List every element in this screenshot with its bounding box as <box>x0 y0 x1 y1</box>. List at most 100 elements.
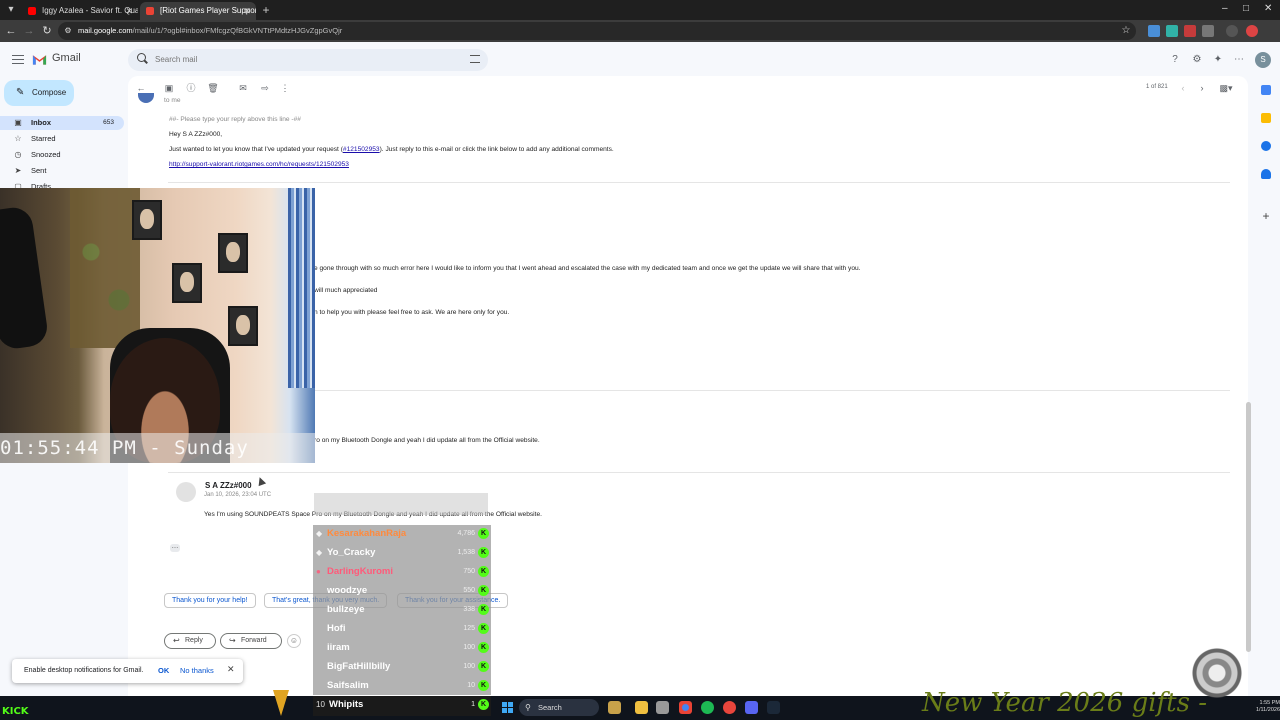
minimize-icon[interactable]: – <box>1222 3 1228 14</box>
extensions-puzzle-icon[interactable] <box>1202 25 1214 37</box>
calendar-icon[interactable] <box>1261 85 1271 95</box>
agent-message-line: will much appreciated <box>314 287 378 294</box>
search-input[interactable] <box>155 55 455 64</box>
older-icon[interactable]: › <box>1196 82 1208 94</box>
help-icon[interactable]: ? <box>1169 54 1181 66</box>
gemini-sparkle-icon[interactable]: ✦ <box>1212 54 1224 66</box>
discord-icon[interactable] <box>745 701 758 714</box>
scrollbar[interactable] <box>1246 402 1251 652</box>
kick-badge-icon: K <box>478 661 489 672</box>
newer-icon[interactable]: ‹ <box>1177 82 1189 94</box>
poster <box>172 263 202 303</box>
compose-button[interactable]: ✎ Compose <box>4 80 74 106</box>
forward-button[interactable]: ↪ Forward <box>220 633 282 649</box>
sender-avatar <box>138 93 154 103</box>
sidebar-item-starred[interactable]: ☆ Starred <box>0 132 124 146</box>
mark-unread-icon[interactable]: ✉ <box>237 82 249 94</box>
back-icon[interactable]: ← <box>3 23 19 39</box>
spotify-icon[interactable] <box>701 701 714 714</box>
forward-icon[interactable]: → <box>21 23 37 39</box>
gmail-logo-icon <box>32 55 47 65</box>
update-text: Just wanted to let you know that I've up… <box>169 146 614 153</box>
tab-title: [Riot Games Player Support] Re <box>160 6 256 15</box>
move-to-icon[interactable]: ⇨ <box>259 82 271 94</box>
kick-badge-icon: K <box>478 623 489 634</box>
leaderboard-row: bullzeye 338 K <box>313 601 491 620</box>
agent-message-line: n to help you with please feel free to a… <box>314 309 510 316</box>
explorer-app-icon[interactable] <box>608 701 621 714</box>
report-spam-icon[interactable]: ⓘ <box>185 82 197 94</box>
apps-grid-icon[interactable]: ⋯ <box>1233 54 1245 66</box>
chat-leaderboard: ◆ KesarakahanRaja 4,786 K ◆ Yo_Cracky 1,… <box>313 525 491 695</box>
browser-tab-youtube[interactable]: Iggy Azalea - Savior ft. Quavo ✕ <box>22 2 138 20</box>
extension-icon[interactable] <box>1148 25 1160 37</box>
notification-ok-button[interactable]: OK <box>158 666 169 675</box>
inbox-icon: ▣ <box>14 118 22 127</box>
reply-button[interactable]: ↩ Reply <box>164 633 216 649</box>
main-menu-icon[interactable] <box>12 55 24 64</box>
leaderboard-row: ◆ KesarakahanRaja 4,786 K <box>313 525 491 544</box>
maximize-icon[interactable]: □ <box>1243 3 1249 14</box>
ticket-number-link[interactable]: #121502953 <box>343 146 380 153</box>
sidebar-item-snoozed[interactable]: ◷ Snoozed <box>0 148 124 162</box>
poster <box>228 306 258 346</box>
close-tab-icon[interactable]: ✕ <box>243 2 251 20</box>
windows-start-icon[interactable] <box>502 702 513 713</box>
tasks-icon[interactable] <box>1261 141 1271 151</box>
sender-name[interactable]: S A ZZz#000 <box>205 481 252 490</box>
reload-icon[interactable]: ↻ <box>39 23 55 39</box>
keep-icon[interactable] <box>1261 113 1271 123</box>
kick-logo: KICK <box>2 706 29 717</box>
search-options-icon[interactable] <box>470 55 480 63</box>
extension-icon[interactable] <box>1166 25 1178 37</box>
account-avatar[interactable]: S <box>1255 52 1271 68</box>
archive-icon[interactable]: ▣ <box>163 82 175 94</box>
forward-icon: ↪ <box>229 636 236 645</box>
emoji-reaction-icon[interactable]: ☺ <box>287 634 301 648</box>
app-icon[interactable] <box>656 701 669 714</box>
kick-badge-icon: K <box>478 566 489 577</box>
browser-tab-gmail[interactable]: [Riot Games Player Support] Re ✕ <box>140 2 256 20</box>
notification-no-thanks-button[interactable]: No thanks <box>180 666 214 675</box>
file-explorer-icon[interactable] <box>635 701 648 714</box>
site-info-icon[interactable]: ⚙ <box>60 23 76 39</box>
kick-badge-icon: K <box>478 528 489 539</box>
kick-badge-icon: K <box>478 680 489 691</box>
youtube-favicon-icon <box>28 7 36 15</box>
add-addon-icon[interactable]: + <box>1261 210 1271 222</box>
leaderboard-header <box>314 493 488 515</box>
sidebar-item-inbox[interactable]: ▣ Inbox 653 <box>0 116 124 130</box>
search-icon[interactable] <box>137 53 146 62</box>
poster <box>132 200 162 240</box>
delete-icon[interactable]: 🗑 <box>207 82 219 94</box>
bookmark-star-icon[interactable]: ☆ <box>1118 23 1134 39</box>
tab-search-icon[interactable]: ▾ <box>4 3 18 17</box>
close-window-icon[interactable]: ✕ <box>1264 3 1272 14</box>
close-tab-icon[interactable]: ✕ <box>125 2 133 20</box>
app-icon[interactable] <box>723 701 736 714</box>
leaderboard-row: woodzye 550 K <box>313 582 491 601</box>
system-clock: 1:55 PM 1/11/2026 <box>1255 700 1280 713</box>
more-options-icon[interactable]: ⋮ <box>279 82 291 94</box>
profile-avatar-icon[interactable] <box>1246 25 1258 37</box>
collapsed-reply-snippet[interactable]: ro on my Bluetooth Dongle and yeah I did… <box>314 437 540 444</box>
sender-date: Jan 10, 2026, 23:04 UTC <box>204 492 272 498</box>
ticket-link[interactable]: http://support-valorant.riotgames.com/hc… <box>169 161 349 168</box>
input-tools-icon[interactable]: ▩▾ <box>1218 82 1234 94</box>
leaderboard-row: BigFatHillbilly 100 K <box>313 658 491 677</box>
leaderboard-row: ● DarlingKuromi 750 K <box>313 563 491 582</box>
show-trimmed-content-button[interactable]: … <box>170 543 180 552</box>
new-tab-button[interactable]: + <box>259 2 273 18</box>
extension-icon[interactable] <box>1184 25 1196 37</box>
steam-icon[interactable] <box>767 701 780 714</box>
desktop-notification-prompt: Enable desktop notifications for Gmail. … <box>12 659 243 683</box>
chrome-icon[interactable] <box>679 701 692 714</box>
sidebar-item-sent[interactable]: ➤ Sent <box>0 164 124 178</box>
smart-reply-button[interactable]: Thank you for your help! <box>164 593 256 608</box>
star-icon: ☆ <box>14 134 22 143</box>
contacts-icon[interactable] <box>1261 169 1271 179</box>
recipient-line[interactable]: to me <box>164 97 181 104</box>
settings-gear-icon[interactable]: ⚙ <box>1191 54 1203 66</box>
profile-icon[interactable] <box>1226 25 1238 37</box>
close-icon[interactable]: ✕ <box>227 664 235 675</box>
